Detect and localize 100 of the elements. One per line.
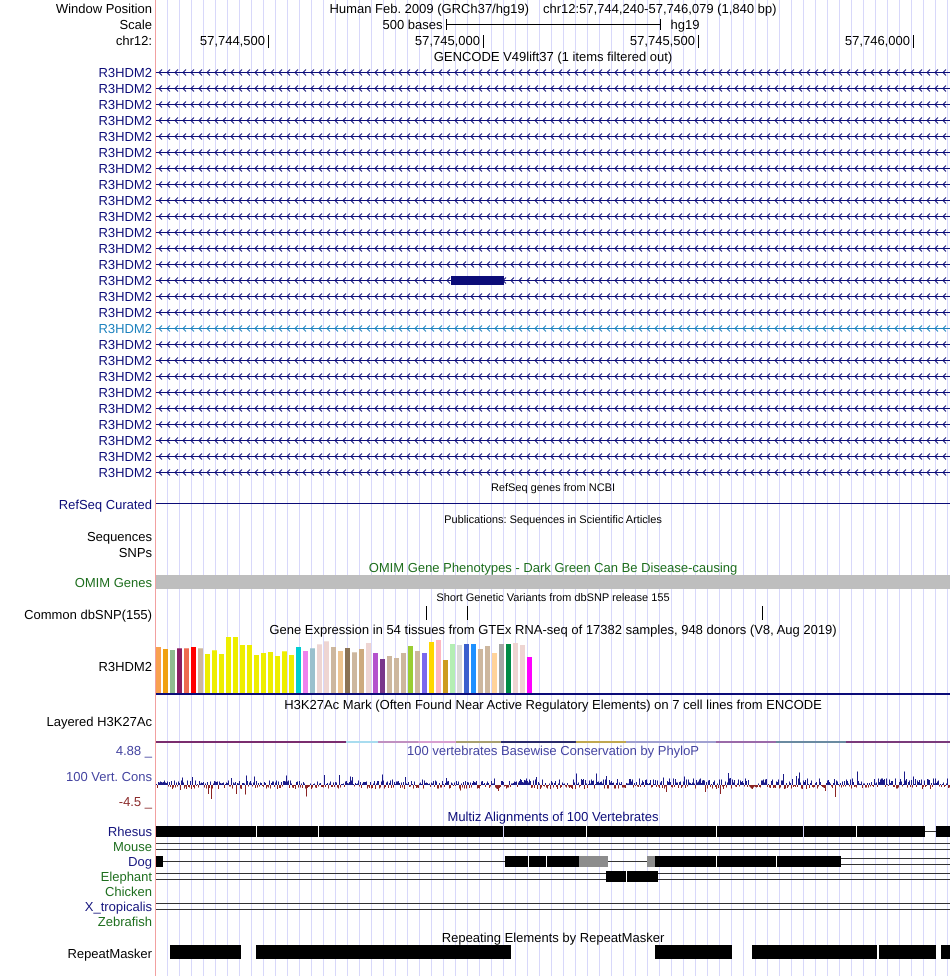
transcript-label: R3HDM2 — [98, 336, 152, 352]
gap-line — [608, 861, 647, 862]
expression-bar — [254, 655, 259, 693]
expression-bar — [499, 644, 504, 693]
expression-bar — [373, 653, 378, 693]
expression-bar — [261, 653, 266, 693]
expression-bar — [520, 645, 525, 693]
expression-bar — [352, 652, 357, 693]
transcript-label: R3HDM2 — [98, 80, 152, 96]
ruler-tick — [913, 35, 914, 48]
exon-block — [451, 276, 504, 285]
track-label: OMIM Genes — [74, 575, 152, 590]
transcript-label: R3HDM2 — [98, 192, 152, 208]
alignment-block — [717, 856, 776, 867]
transcript-label: R3HDM2 — [98, 448, 152, 464]
expression-bar — [233, 637, 238, 693]
expression-bar — [457, 645, 462, 693]
expression-bar — [324, 641, 329, 693]
expression-bar — [422, 653, 427, 693]
transcript-label: R3HDM2 — [98, 304, 152, 320]
ruler-label: 57,745,500 — [630, 32, 695, 48]
variant-tick — [467, 606, 468, 620]
transcript-label: R3HDM2 — [98, 240, 152, 256]
alignment-block — [936, 826, 950, 837]
transcript-label: R3HDM2 — [98, 384, 152, 400]
track-label: 100 Vert. Cons — [66, 771, 152, 783]
alignment-block — [505, 856, 528, 867]
transcript-label: R3HDM2 — [98, 368, 152, 384]
transcript-label: R3HDM2 — [98, 416, 152, 432]
expression-bar — [527, 657, 532, 693]
transcript-label: R3HDM2 — [98, 144, 152, 160]
species-label: X_tropicalis — [84, 899, 152, 914]
transcript-label: R3HDM2 — [98, 224, 152, 240]
expression-bar — [401, 653, 406, 693]
track-title: H3K27Ac Mark (Often Found Near Active Regulatory Elements) on 7 cell lines from ENCODE — [284, 696, 822, 712]
transcript-label: R3HDM2 — [98, 112, 152, 128]
transcript-label: R3HDM2 — [98, 432, 152, 448]
ruler-label: 57,746,000 — [844, 32, 910, 48]
expression-bar — [394, 658, 399, 693]
variant-tick — [762, 606, 763, 620]
transcript-label: R3HDM2 — [98, 128, 152, 144]
expression-bar — [345, 648, 350, 693]
track-label: R3HDM2 — [98, 658, 152, 674]
expression-bar — [191, 647, 196, 693]
expression-bar — [219, 654, 224, 693]
expression-bar — [163, 649, 168, 693]
expression-bar — [198, 648, 203, 693]
expression-bar — [212, 650, 217, 693]
track-title: OMIM Gene Phenotypes - Dark Green Can Be Disease-causing — [368, 560, 738, 575]
expression-bar — [478, 649, 483, 693]
alignment-block — [579, 856, 608, 867]
track-title: Multiz Alignments of 100 Vertebrates — [447, 809, 658, 824]
alignment-block — [857, 826, 925, 837]
transcript-label: R3HDM2 — [98, 272, 152, 288]
expression-bar — [506, 644, 511, 693]
coordinate-range: chr12:57,744,240-57,746,079 (1,840 bp) — [542, 0, 776, 16]
expression-bar — [275, 656, 280, 693]
transcript-label: R3HDM2 — [98, 352, 152, 368]
expression-bar — [492, 653, 497, 693]
track-title: Short Genetic Variants from dbSNP release 155 — [436, 592, 670, 604]
expression-bar — [429, 642, 434, 693]
expression-bar — [464, 644, 469, 693]
ruler-tick — [268, 35, 269, 48]
expression-bar — [485, 646, 490, 693]
transcript-label: R3HDM2 — [98, 176, 152, 192]
track-title: 100 vertebrates Basewise Conservation by PhyloP — [407, 745, 699, 757]
assembly-name: hg19 — [670, 16, 700, 32]
repeat-block — [879, 945, 936, 959]
alignment-block — [156, 856, 163, 867]
expression-bar — [436, 640, 441, 693]
track-label: Sequences — [86, 528, 152, 544]
expression-bar — [338, 651, 343, 693]
track-title: Repeating Elements by RepeatMasker — [442, 930, 664, 944]
expression-bar — [205, 654, 210, 693]
expression-bar — [471, 644, 476, 693]
track-title: Publications: Sequences in Scientific Articles — [444, 514, 662, 526]
expression-bar — [359, 649, 364, 693]
assembly-name: Human Feb. 2009 (GRCh37/hg19) — [330, 0, 529, 16]
expression-bar — [415, 651, 420, 693]
expression-bar — [247, 645, 252, 693]
expression-bar — [408, 646, 413, 693]
expression-bar — [331, 647, 336, 693]
species-label: Rhesus — [108, 824, 152, 839]
expression-bar — [184, 648, 189, 693]
track-label: chr12: — [116, 32, 152, 48]
transcript-label: R3HDM2 — [98, 208, 152, 224]
variant-tick — [426, 606, 427, 620]
axis-max-label: 4.88 _ — [116, 745, 152, 757]
expression-bar — [387, 656, 392, 693]
transcript-label: R3HDM2 — [98, 464, 152, 480]
expression-bar — [289, 655, 294, 693]
transcript-label: R3HDM2 — [98, 160, 152, 176]
transcript-label: R3HDM2 — [98, 96, 152, 112]
repeat-block — [170, 945, 241, 959]
gap-line — [925, 831, 936, 832]
expression-bar — [156, 647, 161, 693]
species-label: Dog — [128, 854, 152, 869]
species-label: Elephant — [100, 869, 152, 884]
ruler-tick — [483, 35, 484, 48]
track-label: RepeatMasker — [67, 946, 152, 961]
